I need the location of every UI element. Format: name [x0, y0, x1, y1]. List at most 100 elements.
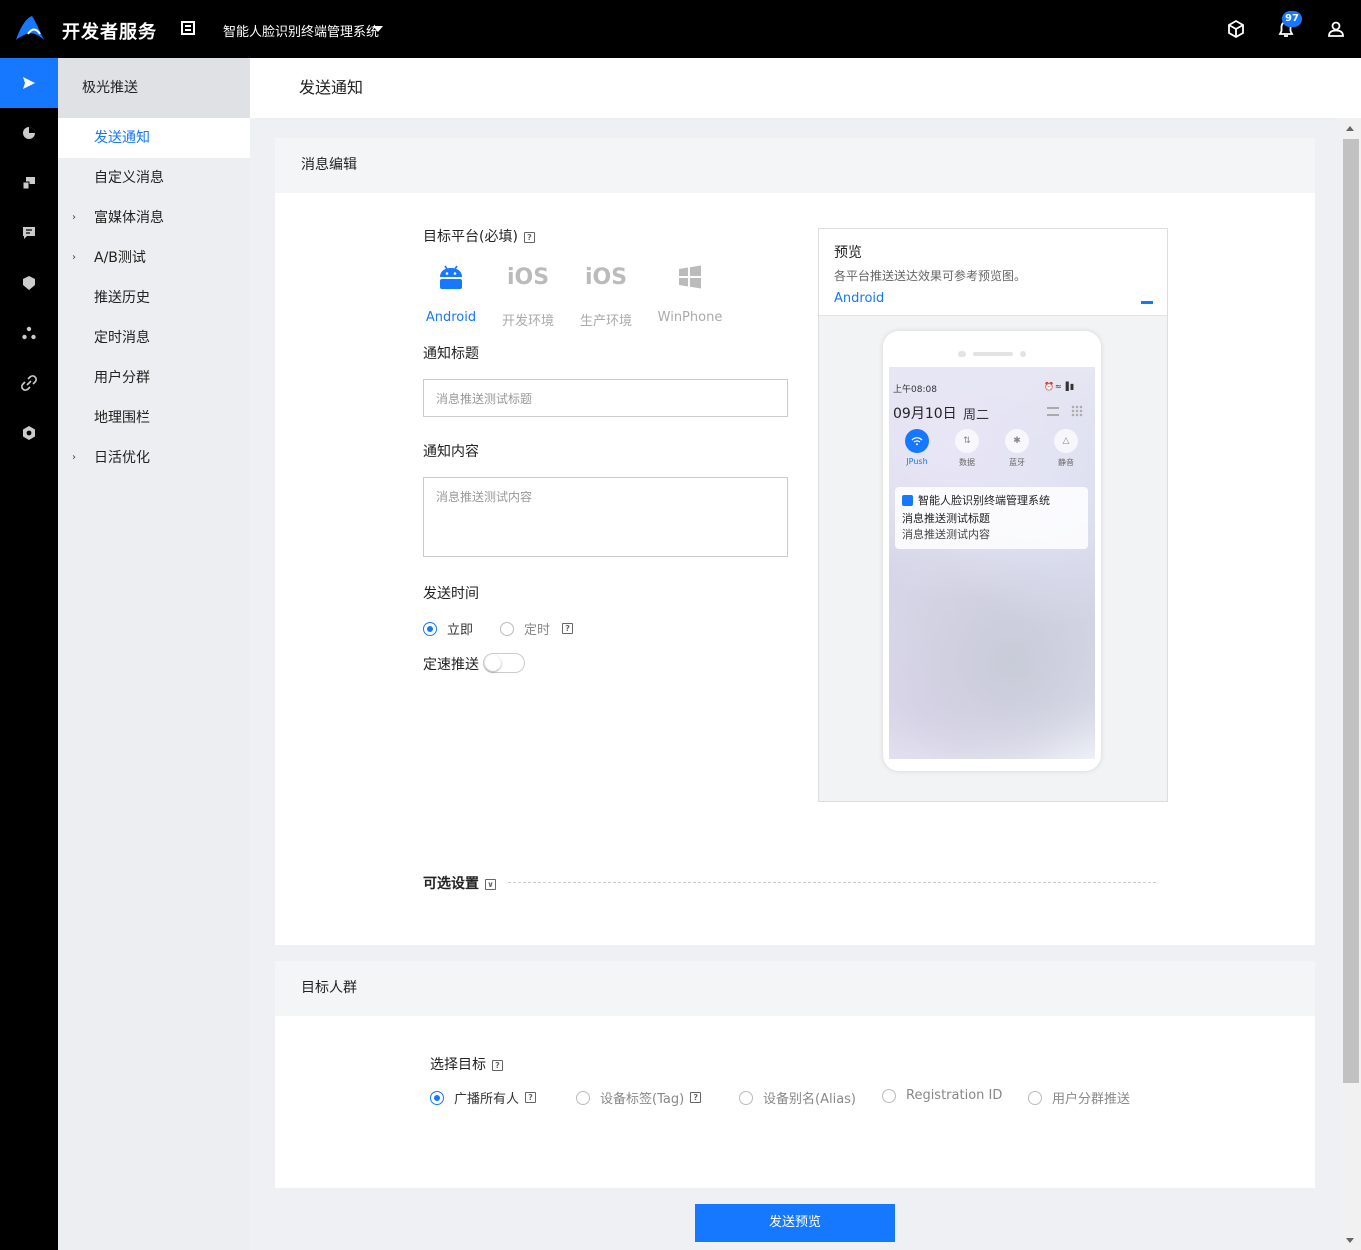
phone-sensor — [1020, 351, 1026, 357]
sidebar-title: 极光推送 — [58, 58, 250, 118]
rail-security[interactable] — [0, 258, 58, 308]
quick-setting-label: 蓝牙 — [1009, 458, 1025, 467]
radio-label: 设备别名(Alias) — [763, 1092, 856, 1107]
preview-platform-tab[interactable]: Android — [834, 291, 884, 306]
quick-setting-mute[interactable]: △ 静音 — [1046, 429, 1086, 468]
sidebar-item-rich-media[interactable]: › 富媒体消息 — [58, 198, 250, 238]
radio-label: 设备标签(Tag) — [600, 1092, 685, 1107]
link-icon — [21, 375, 37, 391]
sidebar-item-ab-test[interactable]: › A/B测试 — [58, 238, 250, 278]
app-icon — [181, 21, 195, 35]
data-icon: ⇅ — [955, 429, 979, 453]
target-segment[interactable]: 用户分群推送 — [1028, 1088, 1130, 1107]
bluetooth-icon: ✱ — [1005, 429, 1029, 453]
send-time-label: 发送时间 — [423, 586, 479, 602]
push-icon — [23, 77, 35, 89]
wifi-icon — [905, 429, 929, 453]
card-title: 目标人群 — [275, 961, 1315, 1016]
sidebar-item-geofence[interactable]: 地理围栏 — [58, 398, 250, 438]
quick-setting-jpush[interactable]: JPush — [897, 429, 937, 466]
user-icon[interactable] — [1325, 18, 1347, 40]
devices-icon — [22, 177, 35, 190]
android-icon — [440, 265, 462, 289]
sidebar-item-label: 自定义消息 — [94, 170, 164, 186]
notification-title-input[interactable]: 消息推送测试标题 — [423, 379, 788, 417]
cluster-icon — [22, 326, 36, 340]
help-icon[interactable]: ? — [690, 1092, 702, 1103]
quick-setting-bluetooth[interactable]: ✱ 蓝牙 — [997, 429, 1037, 468]
target-tag[interactable]: 设备标签(Tag)? — [576, 1088, 702, 1107]
chevron-down-icon[interactable]: ∨ — [485, 878, 496, 890]
help-icon[interactable]: ? — [523, 231, 535, 243]
brand-title[interactable]: 开发者服务 — [62, 18, 157, 44]
send-time-scheduled[interactable]: 定时? — [500, 619, 574, 638]
top-bar: 开发者服务 智能人脸识别终端管理系统 97 — [0, 0, 1361, 58]
radio-dot — [882, 1088, 896, 1103]
platform-label: 目标平台(必填)? — [423, 226, 535, 246]
sidebar-item-label: 富媒体消息 — [94, 210, 164, 226]
quick-setting-label: 数据 — [959, 458, 975, 467]
ios-icon: iOS — [506, 265, 550, 290]
mute-icon: △ — [1054, 429, 1078, 453]
rail-push[interactable] — [0, 58, 58, 108]
notification-content-textarea[interactable]: 消息推送测试内容 — [423, 477, 788, 557]
app-badge-icon — [902, 494, 913, 506]
windows-icon — [679, 265, 701, 289]
scroll-down-icon[interactable] — [1346, 1238, 1354, 1243]
sidebar-item-segments[interactable]: 用户分群 — [58, 358, 250, 398]
rail-messages[interactable] — [0, 208, 58, 258]
notification-content: 消息推送测试内容 — [902, 528, 990, 541]
sidebar-item-scheduled[interactable]: 定时消息 — [58, 318, 250, 358]
sidebar-item-label: 发送通知 — [94, 130, 150, 146]
rate-limit-toggle[interactable] — [483, 653, 525, 673]
rail-cluster[interactable] — [0, 308, 58, 358]
chevron-down-icon[interactable] — [373, 26, 383, 32]
help-icon[interactable]: ? — [525, 1092, 537, 1103]
rail-stats[interactable] — [0, 108, 58, 158]
preview-header: 预览 各平台推送送达效果可参考预览图。 Android — [819, 229, 1167, 316]
collapse-icon[interactable] — [1141, 301, 1153, 304]
phone-screen: 上午08:08 ⏰≈▐▮ 09月10日 周二 JPush ⇅ 数据 ✱ 蓝牙 △… — [889, 367, 1095, 759]
help-icon[interactable]: ? — [492, 1059, 503, 1071]
target-broadcast[interactable]: 广播所有人? — [430, 1088, 537, 1107]
send-time-immediate[interactable]: 立即 — [423, 619, 473, 638]
chat-icon — [23, 227, 35, 239]
notification-badge: 97 — [1282, 11, 1302, 27]
scroll-up-icon[interactable] — [1346, 126, 1354, 131]
divider — [508, 882, 1156, 883]
preview-description: 各平台推送送达效果可参考预览图。 — [834, 269, 1027, 283]
sidebar-item-custom-message[interactable]: 自定义消息 — [58, 158, 250, 198]
notification-app-name: 智能人脸识别终端管理系统 — [918, 494, 1050, 507]
grid-icon — [1071, 405, 1083, 417]
optional-settings[interactable]: 可选设置 ∨ — [423, 873, 496, 893]
sidebar-item-push-history[interactable]: 推送历史 — [58, 278, 250, 318]
rail-link[interactable] — [0, 358, 58, 408]
app-selector[interactable]: 智能人脸识别终端管理系统 — [223, 21, 379, 40]
sub-sidebar: 极光推送 发送通知 自定义消息 › 富媒体消息 › A/B测试 推送历史 定时消息 … — [58, 58, 250, 1250]
sidebar-item-label: 日活优化 — [94, 450, 150, 466]
cube-icon[interactable] — [1225, 18, 1247, 40]
sidebar-item-send-notification[interactable]: 发送通知 — [58, 118, 250, 158]
sidebar-item-dau-optimization[interactable]: › 日活优化 — [58, 438, 250, 478]
sidebar-item-label: 推送历史 — [94, 290, 150, 306]
target-alias[interactable]: 设备别名(Alias) — [739, 1088, 856, 1107]
select-target-text: 选择目标 — [430, 1057, 486, 1073]
notification-app-row: 智能人脸识别终端管理系统 — [902, 492, 1081, 508]
sidebar-item-label: 定时消息 — [94, 330, 150, 346]
scrollbar-thumb[interactable] — [1343, 139, 1359, 1083]
title-label: 通知标题 — [423, 346, 479, 362]
logo-icon[interactable] — [14, 14, 46, 42]
radio-dot — [500, 621, 514, 636]
platform-label: 开发环境 — [501, 314, 554, 329]
rail-devices[interactable] — [0, 158, 58, 208]
radio-dot — [739, 1090, 753, 1105]
quick-setting-data[interactable]: ⇅ 数据 — [947, 429, 987, 468]
chevron-right-icon: › — [72, 252, 76, 263]
card-title: 消息编辑 — [275, 138, 1315, 193]
sidebar-item-label: 用户分群 — [94, 370, 150, 386]
radio-dot — [1028, 1090, 1042, 1105]
help-icon[interactable]: ? — [562, 623, 574, 634]
send-preview-button[interactable]: 发送预览 — [695, 1204, 895, 1242]
rail-settings[interactable] — [0, 408, 58, 458]
target-registration-id[interactable]: Registration ID — [882, 1088, 1002, 1103]
